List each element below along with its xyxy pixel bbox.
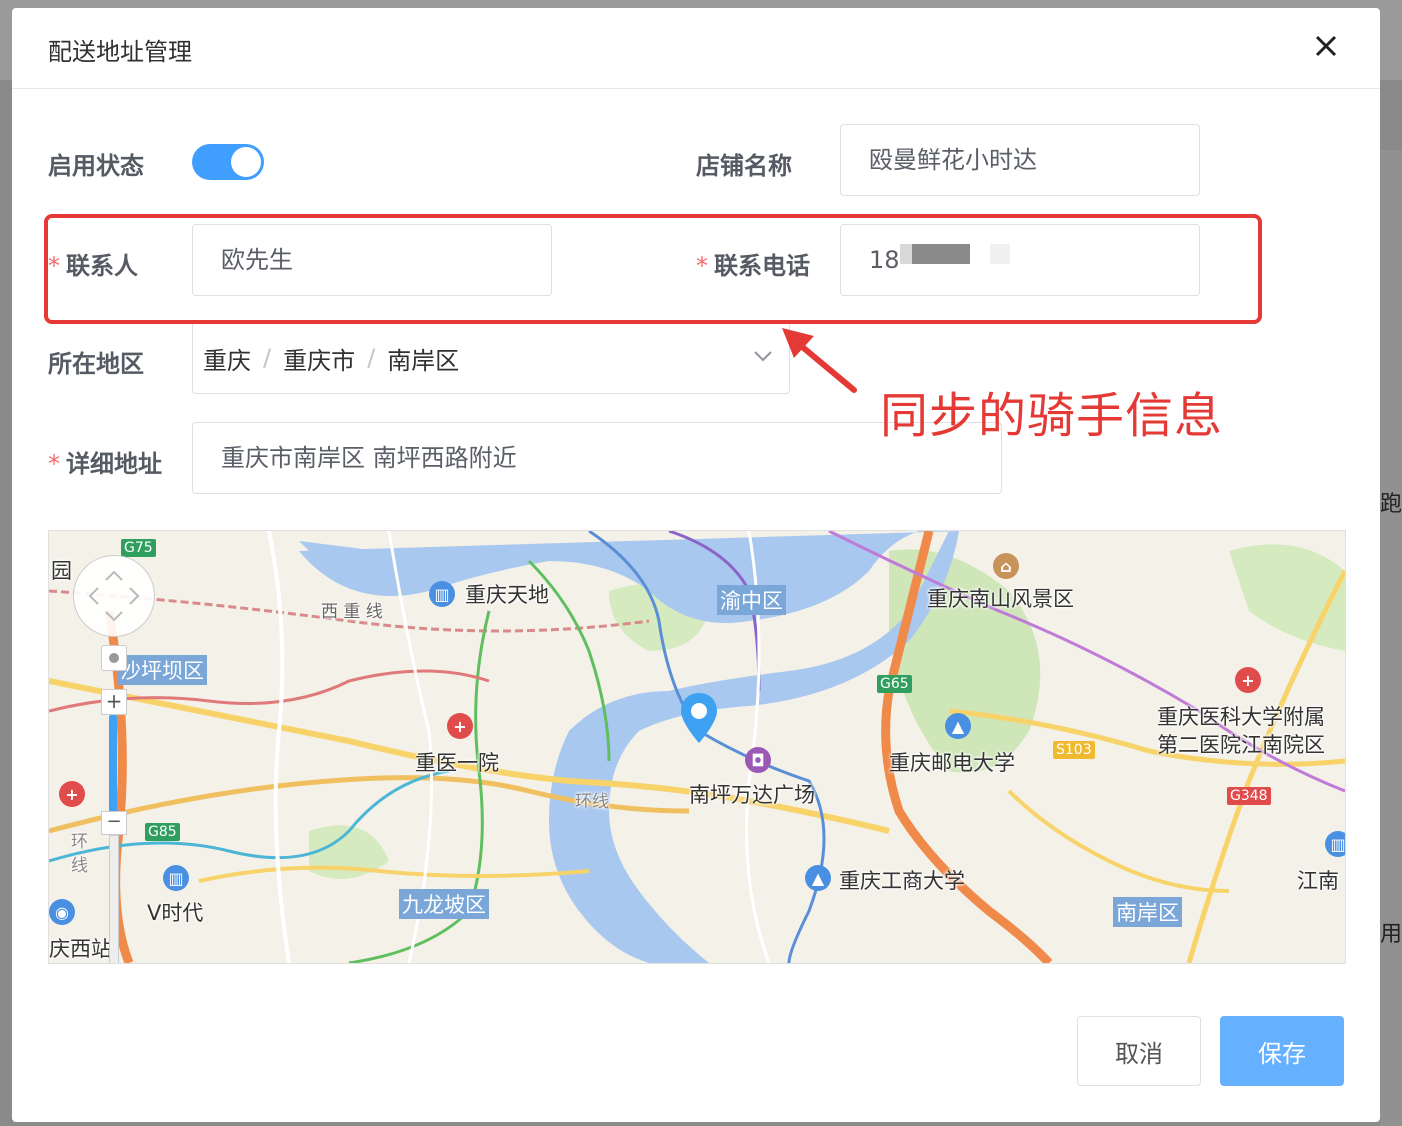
map-label: 庆西站 bbox=[49, 937, 112, 961]
background-text-fragment: 用 bbox=[1380, 922, 1402, 947]
dialog-header: 配送地址管理 bbox=[12, 8, 1380, 89]
map-label: V时代 bbox=[147, 901, 204, 925]
required-mark: * bbox=[48, 450, 60, 478]
address-label-text: 详细地址 bbox=[66, 450, 162, 478]
annotation-highlight-box bbox=[44, 214, 1262, 324]
chevron-down-icon bbox=[754, 351, 772, 362]
zoom-out-button[interactable]: − bbox=[101, 811, 127, 835]
address-label: * 详细地址 bbox=[48, 444, 162, 479]
map-label: 江南 bbox=[1297, 869, 1339, 893]
background-text-fragment: 跑 bbox=[1380, 492, 1402, 517]
shop-name-label: 店铺名称 bbox=[696, 152, 792, 180]
region-separator: / bbox=[367, 344, 376, 372]
status-switch[interactable] bbox=[192, 144, 264, 180]
save-button[interactable]: 保存 bbox=[1220, 1016, 1344, 1086]
region-separator: / bbox=[263, 344, 272, 372]
map-label: 线 bbox=[71, 856, 88, 876]
shop-name-input[interactable]: 殴曼鲜花小时达 bbox=[840, 124, 1200, 196]
highway-badge: G75 bbox=[121, 539, 156, 557]
zoom-slider[interactable] bbox=[109, 715, 117, 815]
shopping-bag-icon: ◘ bbox=[745, 747, 771, 773]
dialog-title: 配送地址管理 bbox=[48, 38, 192, 66]
zoom-track bbox=[109, 835, 119, 963]
building-icon: ▥ bbox=[163, 865, 189, 891]
map-label: 重庆医科大学附属 bbox=[1157, 705, 1325, 729]
pan-control[interactable] bbox=[73, 555, 155, 637]
annotation-text: 同步的骑手信息 bbox=[880, 388, 1224, 444]
region-cascader[interactable]: 重庆 / 重庆市 / 南岸区 bbox=[192, 322, 790, 394]
status-label: 启用状态 bbox=[48, 152, 144, 180]
address-dialog: 配送地址管理 启用状态 店铺名称 殴曼鲜花小时达 * 联系人 欧先生 * 联系电话 … bbox=[12, 8, 1380, 1122]
region-label: 所在地区 bbox=[48, 350, 144, 378]
locate-icon bbox=[109, 653, 119, 663]
district-label: 渝中区 bbox=[717, 585, 786, 615]
train-station-icon: ◉ bbox=[49, 899, 75, 925]
location-pin-icon bbox=[681, 693, 717, 743]
landmark-icon: ⌂ bbox=[993, 553, 1019, 579]
map-label: 园 bbox=[51, 559, 72, 583]
cancel-button[interactable]: 取消 bbox=[1077, 1016, 1201, 1086]
map-label: 重庆邮电大学 bbox=[889, 751, 1015, 775]
highway-badge: S103 bbox=[1053, 741, 1095, 759]
annotation-arrow bbox=[782, 328, 857, 393]
school-icon: ▲ bbox=[805, 865, 831, 891]
map-view[interactable]: 园 G75 重庆天地 ▥ 西 重 线 渝中区 ⌂ 重庆南山风景区 沙坪坝区 G6… bbox=[48, 530, 1346, 964]
highway-badge: G85 bbox=[145, 823, 180, 841]
highway-badge: G65 bbox=[877, 675, 912, 693]
map-label: 西 重 线 bbox=[321, 602, 383, 622]
map-label: 重庆工商大学 bbox=[839, 869, 965, 893]
region-city: 重庆市 bbox=[283, 346, 356, 375]
district-label: 九龙坡区 bbox=[399, 889, 489, 919]
map-label: 第二医院江南院区 bbox=[1157, 733, 1325, 757]
building-icon: ▥ bbox=[429, 581, 455, 607]
map-label: 重庆南山风景区 bbox=[927, 587, 1074, 611]
hospital-icon: + bbox=[59, 781, 85, 807]
highway-badge: G348 bbox=[1227, 787, 1271, 805]
switch-knob bbox=[231, 147, 261, 177]
district-label: 沙坪坝区 bbox=[117, 655, 207, 685]
region-district: 南岸区 bbox=[387, 346, 460, 375]
background-right-panel bbox=[1380, 150, 1402, 1126]
hospital-icon: + bbox=[1235, 667, 1261, 693]
close-icon bbox=[1315, 35, 1337, 57]
map-label: 环 bbox=[71, 832, 88, 852]
map-label: 重医一院 bbox=[415, 751, 499, 775]
zoom-in-button[interactable]: + bbox=[101, 689, 127, 715]
region-province: 重庆 bbox=[203, 346, 251, 375]
locate-button[interactable] bbox=[101, 645, 127, 671]
building-icon: ▥ bbox=[1325, 831, 1345, 857]
pan-arrows-icon bbox=[88, 570, 140, 622]
map-label: 南坪万达广场 bbox=[689, 783, 815, 807]
school-icon: ▲ bbox=[945, 713, 971, 739]
map-label: 环线 bbox=[575, 792, 609, 812]
district-label: 南岸区 bbox=[1113, 897, 1182, 927]
close-button[interactable] bbox=[1308, 28, 1344, 64]
hospital-icon: + bbox=[447, 713, 473, 739]
map-label: 重庆天地 bbox=[465, 583, 549, 607]
